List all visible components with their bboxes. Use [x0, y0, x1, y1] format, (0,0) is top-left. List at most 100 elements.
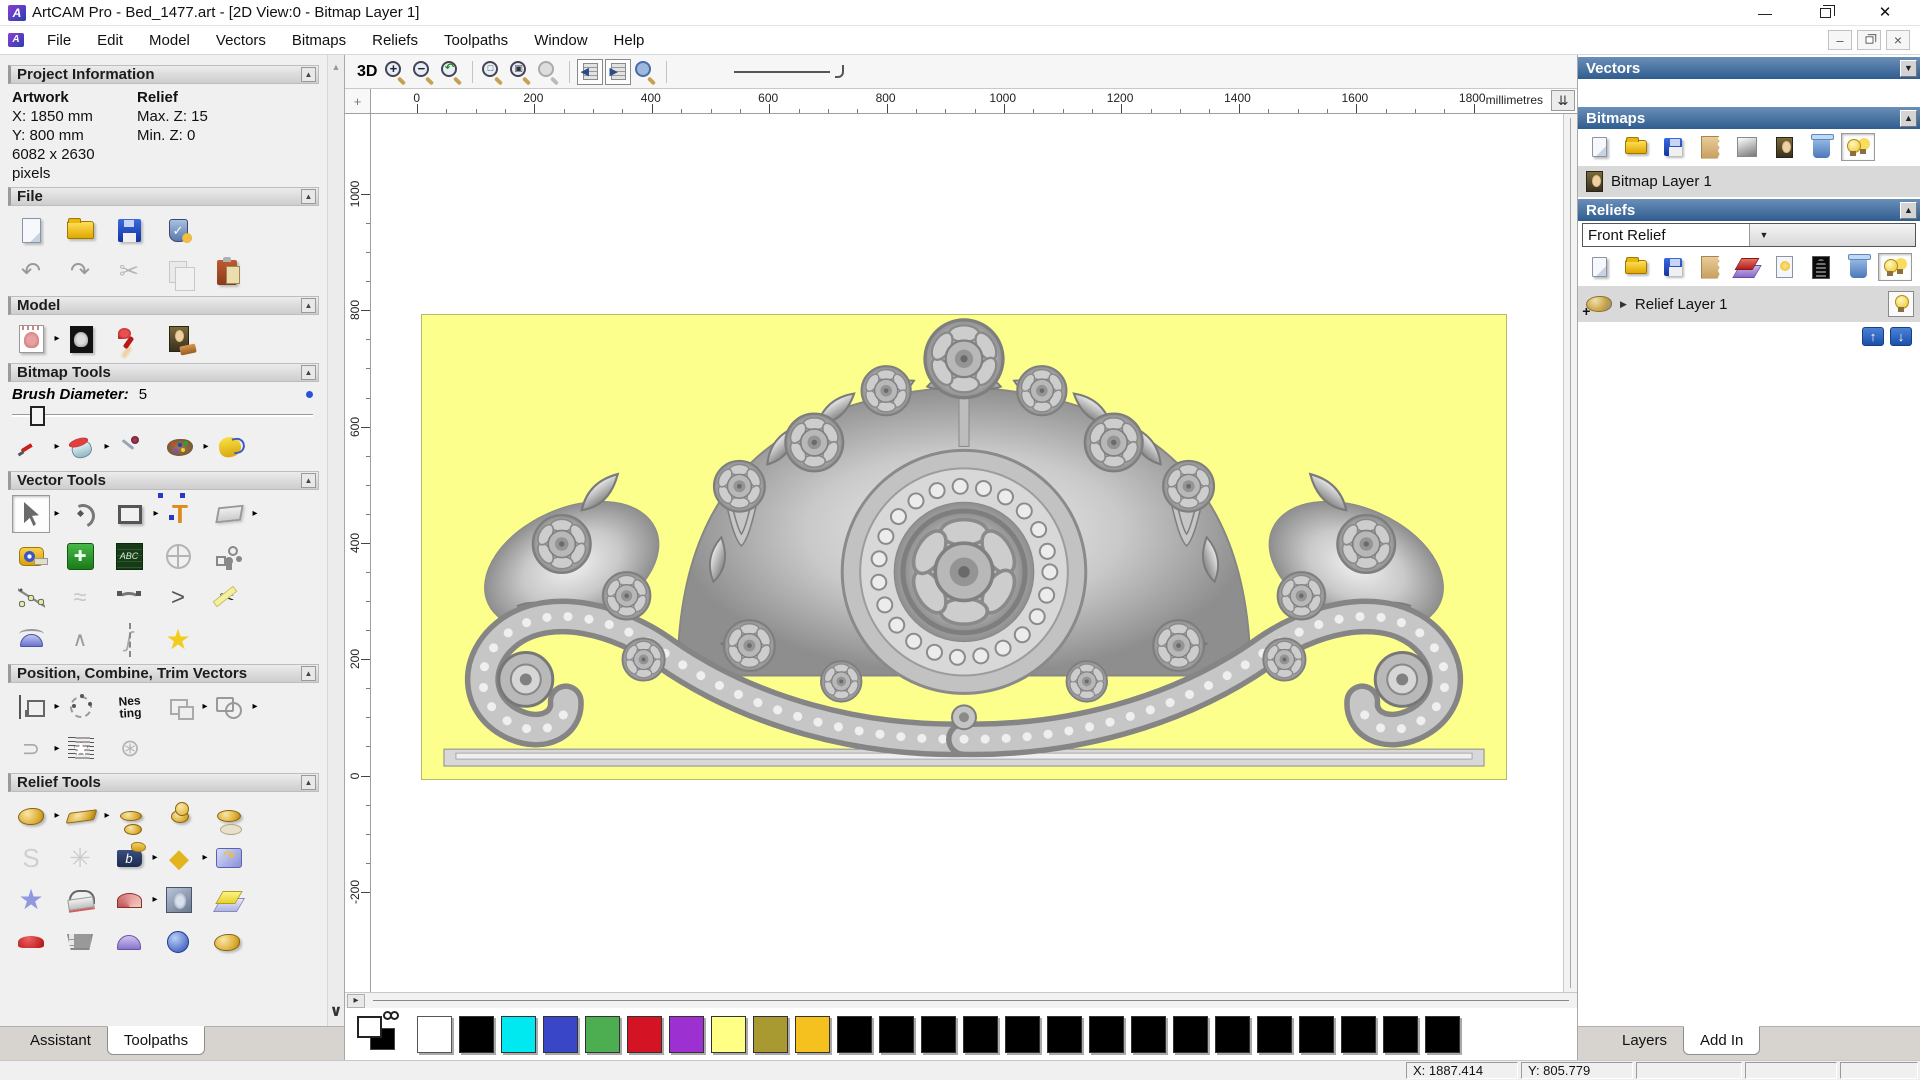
toggle-all-bitmaps-button[interactable]: [1841, 133, 1875, 161]
bitmaps-collapse-button[interactable]: ▲: [1900, 109, 1917, 127]
palette-swatch[interactable]: [669, 1015, 704, 1053]
copy-button[interactable]: [159, 253, 197, 291]
select-vectors-button[interactable]: [12, 495, 50, 533]
create-text-button[interactable]: T: [158, 493, 199, 533]
vectors-expand-button[interactable]: ▼: [1900, 59, 1917, 77]
collapse-button[interactable]: ▲: [301, 189, 316, 204]
move-layer-up-button[interactable]: ↑: [1862, 327, 1884, 346]
flyout-arrow-icon[interactable]: ▸: [52, 811, 62, 821]
create-polyline-button[interactable]: [12, 579, 50, 617]
menu-window[interactable]: Window: [521, 28, 600, 53]
slider-thumb[interactable]: [30, 406, 45, 426]
palette-swatch[interactable]: [921, 1015, 956, 1053]
palette-swatch[interactable]: [1341, 1015, 1376, 1053]
menu-toolpaths[interactable]: Toolpaths: [431, 28, 521, 53]
tab-assistant[interactable]: Assistant: [14, 1027, 107, 1054]
gold-relief-button[interactable]: [208, 923, 246, 961]
relief-visibility-button[interactable]: [1888, 291, 1914, 317]
turn-relief-button[interactable]: [110, 881, 148, 919]
palette-swatch[interactable]: [585, 1015, 620, 1053]
open-relief-layer-button[interactable]: [1619, 253, 1653, 281]
menu-help[interactable]: Help: [601, 28, 658, 53]
palette-swatch[interactable]: [795, 1015, 830, 1053]
primary-secondary-colour-indicator[interactable]: [357, 1011, 403, 1055]
flyout-arrow-icon[interactable]: ▸: [52, 702, 62, 712]
new-model-button[interactable]: [12, 211, 50, 249]
pick-colour-button[interactable]: [112, 428, 150, 466]
delete-from-layer-button[interactable]: [1693, 133, 1727, 161]
palette-swatch[interactable]: [879, 1015, 914, 1053]
mirror-vectors-button[interactable]: ʃ: [110, 621, 148, 659]
palette-swatch[interactable]: [501, 1015, 536, 1053]
open-model-button[interactable]: [61, 211, 99, 249]
link-colours-icon[interactable]: [390, 1011, 399, 1020]
bitmap-to-vector-button[interactable]: [211, 428, 249, 466]
file-section-header[interactable]: File ▲: [8, 187, 319, 206]
save-bitmap-layer-button[interactable]: [1656, 133, 1690, 161]
vertical-scrollbar[interactable]: [1563, 114, 1577, 992]
toggle-all-reliefs-button[interactable]: [1878, 253, 1912, 281]
toggle-vector-visibility-button[interactable]: ▶: [605, 58, 632, 85]
measure-button[interactable]: [12, 537, 50, 575]
flyout-arrow-icon[interactable]: ▸: [200, 702, 210, 712]
model-section-header[interactable]: Model ▲: [8, 296, 319, 315]
preview-relief-button[interactable]: [633, 59, 659, 86]
toggle-bitmap-visibility-button[interactable]: ◀: [577, 58, 604, 85]
flood-fill-button[interactable]: [62, 428, 100, 466]
join-vectors-button[interactable]: ⊃: [12, 730, 50, 768]
zoom-out-button[interactable]: −: [411, 59, 437, 86]
two-rail-sweep-button[interactable]: [61, 881, 99, 919]
line-width-control[interactable]: [734, 61, 845, 83]
smooth-s-button[interactable]: S: [12, 839, 50, 877]
palette-swatch[interactable]: [417, 1015, 452, 1053]
flyout-arrow-icon[interactable]: ▸: [150, 853, 160, 863]
new-relief-layer-button[interactable]: [1582, 253, 1616, 281]
vectors-section-header[interactable]: Vectors ▼: [1578, 57, 1920, 79]
zoom-box-button[interactable]: □: [480, 59, 506, 86]
brush-diameter-slider[interactable]: [12, 405, 313, 426]
expand-arrow-icon[interactable]: ▶: [1620, 299, 1627, 309]
position-combine-trim-header[interactable]: Position, Combine, Trim Vectors ▲: [8, 664, 319, 683]
vector-texture-button[interactable]: [62, 730, 100, 768]
cut-button[interactable]: ✂: [110, 253, 148, 291]
palette-swatch[interactable]: [753, 1015, 788, 1053]
fillet-button[interactable]: >: [159, 579, 197, 617]
minimize-button[interactable]: —: [1752, 3, 1778, 23]
sphere-relief-button[interactable]: [159, 923, 197, 961]
flyout-arrow-icon[interactable]: ▸: [151, 509, 161, 519]
ruler-units-dropdown[interactable]: ⇊: [1551, 90, 1575, 111]
wrap-text-button[interactable]: [159, 537, 197, 575]
paste-button[interactable]: [208, 253, 246, 291]
transform-vectors-button[interactable]: [62, 495, 100, 533]
palette-swatch[interactable]: [1131, 1015, 1166, 1053]
stack-reliefs-button[interactable]: [1730, 253, 1764, 281]
undo-button[interactable]: ↶: [12, 253, 50, 291]
menu-model[interactable]: Model: [136, 28, 203, 53]
scroll-up-icon[interactable]: ▲: [328, 63, 344, 72]
flyout-arrow-icon[interactable]: ▸: [201, 442, 211, 452]
tab-layers[interactable]: Layers: [1606, 1027, 1683, 1054]
palette-swatch[interactable]: [627, 1015, 662, 1053]
palette-swatch[interactable]: [1383, 1015, 1418, 1053]
dome-relief-button[interactable]: [110, 923, 148, 961]
collapse-button[interactable]: ▲: [301, 666, 316, 681]
model-bitmap-area[interactable]: [421, 314, 1507, 780]
palette-swatch[interactable]: [711, 1015, 746, 1053]
close-button[interactable]: ✕: [1872, 3, 1898, 23]
collapse-button[interactable]: ▲: [301, 473, 316, 488]
greyscale-model-button[interactable]: [62, 320, 100, 358]
scroll-down-icon[interactable]: ∨: [328, 1004, 344, 1020]
menu-vectors[interactable]: Vectors: [203, 28, 279, 53]
collapse-button[interactable]: ▲: [301, 775, 316, 790]
create-arc-button[interactable]: [110, 579, 148, 617]
flyout-arrow-icon[interactable]: ▸: [102, 811, 112, 821]
open-bitmap-layer-button[interactable]: [1619, 133, 1653, 161]
reliefs-collapse-button[interactable]: ▲: [1900, 201, 1917, 219]
paint-button[interactable]: [12, 428, 50, 466]
nesting-button[interactable]: Nes ting: [110, 687, 151, 728]
relief-layer-row[interactable]: ▶ Relief Layer 1: [1578, 286, 1920, 322]
flyout-arrow-icon[interactable]: ▸: [52, 509, 62, 519]
palette-swatch[interactable]: [1257, 1015, 1292, 1053]
flyout-arrow-icon[interactable]: ▸: [250, 702, 260, 712]
mdi-close-button[interactable]: ×: [1886, 30, 1910, 50]
